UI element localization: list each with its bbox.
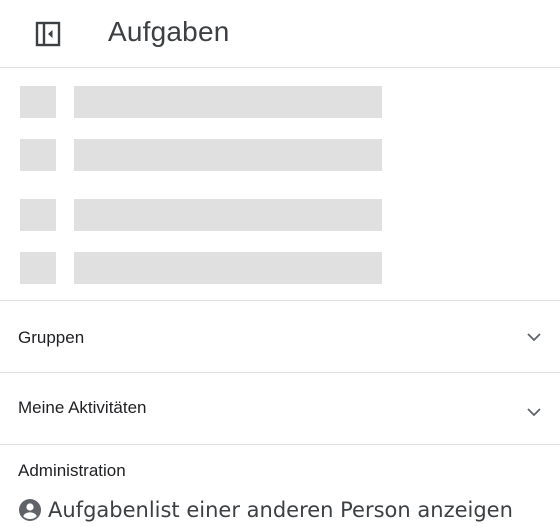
- skeleton-checkbox-placeholder: [20, 199, 56, 231]
- skeleton-row: [20, 252, 382, 284]
- account-circle-icon: [19, 499, 41, 521]
- skeleton-text-placeholder: [74, 252, 382, 284]
- skeleton-text-placeholder: [74, 139, 382, 171]
- skeleton-checkbox-placeholder: [20, 86, 56, 118]
- view-other-person-tasklist-link[interactable]: Aufgabenlist einer anderen Person anzeig…: [18, 495, 513, 525]
- section-label: Gruppen: [18, 328, 85, 347]
- skeleton-row: [20, 86, 382, 118]
- section-meine-aktivitaeten[interactable]: Meine Aktivitäten: [0, 373, 560, 445]
- chevron-down-icon[interactable]: [522, 325, 546, 349]
- admin-section: Administration Aufgabenlist einer andere…: [0, 446, 560, 527]
- chevron-down-icon[interactable]: [522, 400, 546, 424]
- sidebar-collapse-icon: [35, 21, 61, 47]
- skeleton-text-placeholder: [74, 199, 382, 231]
- collapse-sidebar-button[interactable]: [30, 16, 66, 52]
- admin-title: Administration: [18, 461, 126, 480]
- section-gruppen[interactable]: Gruppen: [0, 301, 560, 373]
- skeleton-checkbox-placeholder: [20, 252, 56, 284]
- panel-header: Aufgaben: [0, 0, 560, 68]
- loading-skeleton: [0, 68, 560, 301]
- section-label: Meine Aktivitäten: [18, 398, 147, 417]
- skeleton-checkbox-placeholder: [20, 139, 56, 171]
- view-other-person-tasklist-label: Aufgabenlist einer anderen Person anzeig…: [48, 498, 513, 522]
- skeleton-text-placeholder: [74, 86, 382, 118]
- tasks-panel: Aufgaben Gruppen Meine Aktivitäten Admin…: [0, 0, 560, 527]
- skeleton-row: [20, 139, 382, 171]
- skeleton-row: [20, 199, 382, 231]
- page-title: Aufgaben: [108, 16, 230, 47]
